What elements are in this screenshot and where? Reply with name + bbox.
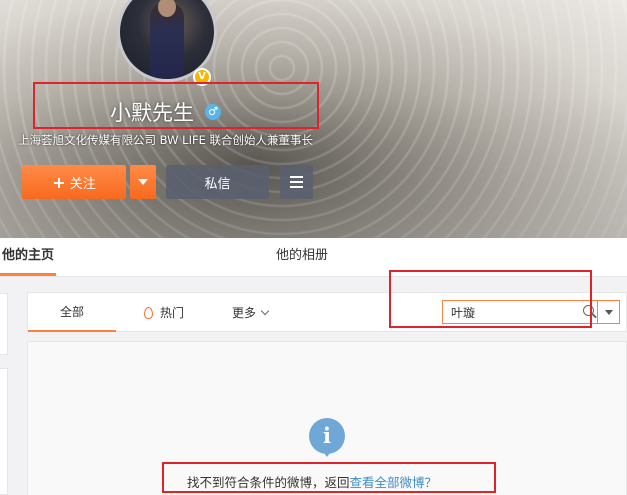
- message-button-label: 私信: [204, 176, 231, 192]
- message-button[interactable]: 私信: [166, 165, 269, 199]
- follow-options-button[interactable]: [130, 165, 156, 199]
- filter-more[interactable]: 更多: [232, 293, 270, 332]
- filter-more-label: 更多: [232, 305, 257, 320]
- fire-icon: [144, 306, 153, 319]
- more-menu-button[interactable]: [280, 165, 313, 199]
- chevron-down-icon: [260, 306, 270, 315]
- filter-all[interactable]: 全部: [28, 293, 116, 332]
- follow-button[interactable]: + 关注: [22, 165, 126, 199]
- sidebar-card: [0, 293, 8, 355]
- tab-home[interactable]: 他的主页: [0, 238, 57, 276]
- follow-button-label: 关注: [69, 176, 96, 192]
- chevron-down-icon: [604, 309, 613, 315]
- search-options-dropdown[interactable]: [598, 300, 620, 324]
- highlight-box-nickname: [33, 82, 319, 129]
- filter-hot[interactable]: 热门: [144, 293, 184, 332]
- menu-icon: [290, 176, 303, 178]
- chevron-down-icon: [138, 179, 148, 185]
- sidebar-card: [0, 368, 8, 495]
- profile-bio: 上海荟旭文化传媒有限公司 BW LIFE 联合创始人兼董事长: [18, 133, 313, 147]
- tab-album[interactable]: 他的相册: [276, 238, 328, 276]
- highlight-box-empty-message: [162, 462, 496, 493]
- filter-hot-label: 热门: [160, 305, 185, 320]
- plus-icon: +: [52, 172, 66, 192]
- highlight-box-search: [389, 270, 592, 328]
- info-icon: i: [309, 418, 345, 457]
